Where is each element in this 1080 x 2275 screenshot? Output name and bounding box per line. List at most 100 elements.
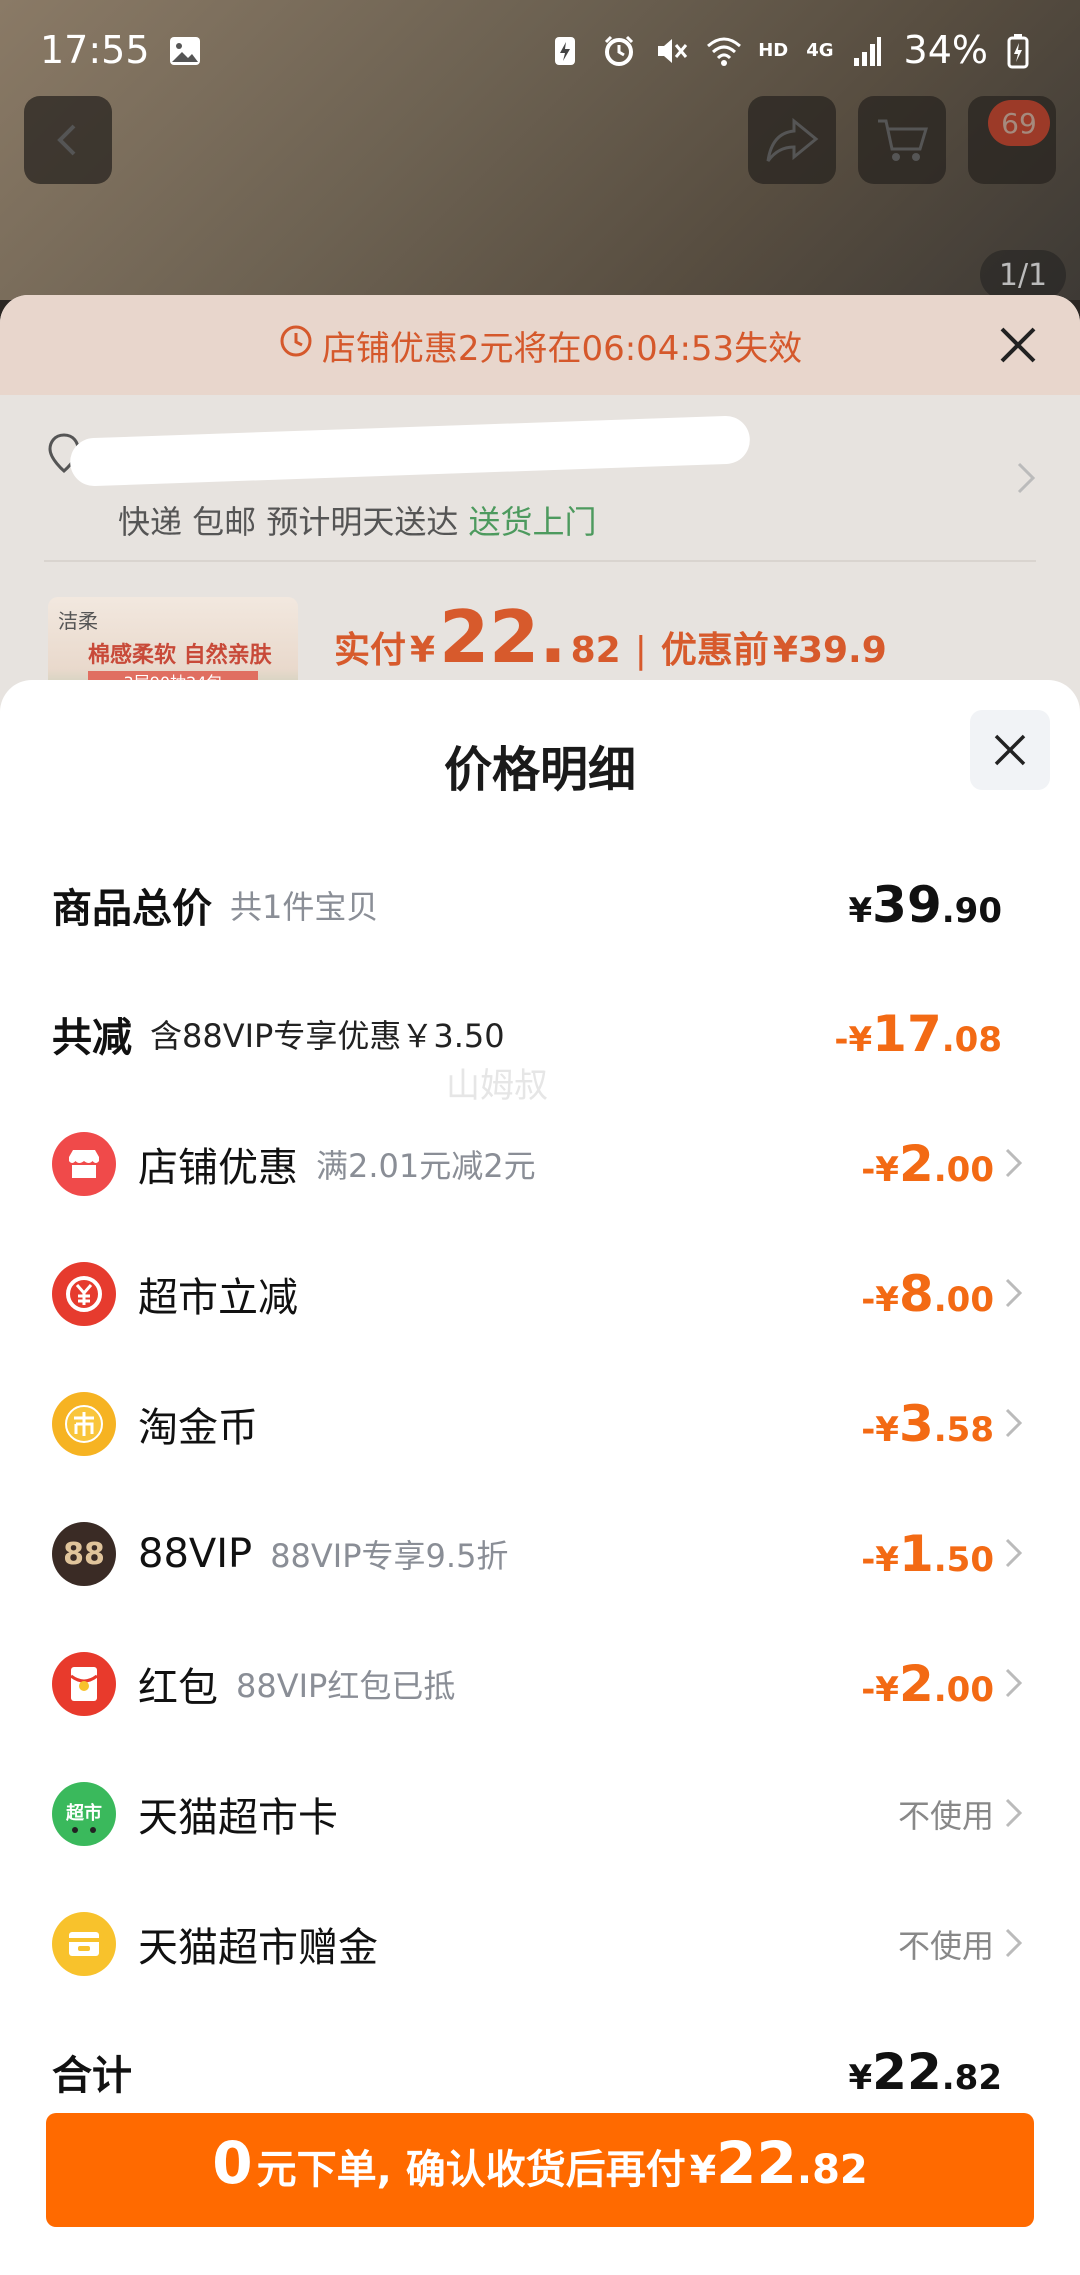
vip88-icon: 88 <box>52 1522 116 1586</box>
cta-int: 22 <box>716 2129 797 2197</box>
payment-label: 天猫超市赠金 <box>138 1925 378 1971</box>
chevron-right-icon <box>1004 1146 1028 1182</box>
delivery-text: 快递 包邮 预计明天送达 <box>118 503 459 541</box>
thumb-brand: 洁柔 <box>58 609 98 633</box>
wifi-icon <box>706 33 742 67</box>
discount-yuan-icon <box>52 1262 116 1326</box>
discount-rule: 88VIP专享9.5折 <box>270 1537 509 1575</box>
cart-button[interactable] <box>858 96 946 184</box>
svg-text:超市: 超市 <box>66 1802 102 1824</box>
delivery-door-label: 送货上门 <box>468 503 597 541</box>
alarm-icon <box>602 33 636 67</box>
payment-row-gift-money[interactable]: 天猫超市赠金 不使用 <box>52 1904 1028 1984</box>
discount-row-88vip[interactable]: 88 88VIP 88VIP专享9.5折 -¥ 1.50 <box>52 1514 1028 1594</box>
sum-amount: ¥22.82 <box>848 2043 1003 2101</box>
coupon-banner-text: 店铺优惠2元将在06:04:53失效 <box>321 328 803 369</box>
supermarket-card-icon: 超市 <box>52 1782 116 1846</box>
before-value: ¥39.9 <box>772 630 887 671</box>
discount-row-supermarket[interactable]: 超市立减 -¥ 8.00 <box>52 1254 1028 1334</box>
cart-icon <box>878 119 929 161</box>
address-redacted <box>69 415 751 487</box>
place-order-button[interactable]: 0 元下单, 确认收货后再付 ¥ 22 .82 <box>46 2113 1034 2227</box>
order-confirm-panel: 店铺优惠2元将在06:04:53失效 快递 包邮 预计明天送达 送货上门 洁柔 … <box>0 295 1080 717</box>
pay-currency: ¥ <box>410 630 436 671</box>
discount-rule: 88VIP红包已抵 <box>236 1667 456 1705</box>
signal-icon <box>852 33 886 67</box>
total-reduce-row: 共减 含88VIP专享优惠￥3.50 -¥ 17.08 <box>52 994 1028 1074</box>
goods-count: 共1件宝贝 <box>230 888 379 926</box>
battery-percent: 34% <box>903 28 988 72</box>
cta-text: 元下单, 确认收货后再付 <box>256 2147 686 2193</box>
delivery-info: 快递 包邮 预计明天送达 送货上门 <box>118 497 597 543</box>
discount-label: 超市立减 <box>138 1275 298 1321</box>
hd-label: HD <box>758 39 789 61</box>
close-icon[interactable] <box>996 323 1040 376</box>
clock-icon <box>278 323 314 368</box>
payment-status: 不使用 <box>897 1797 994 1835</box>
total-reduce-amount: -¥ 17.08 <box>834 1005 1002 1063</box>
chevron-right-icon <box>1004 1926 1028 1962</box>
discount-row-coin[interactable]: 淘金币 -¥ 3.58 <box>52 1384 1028 1464</box>
mute-icon <box>654 33 688 67</box>
discount-label: 店铺优惠 <box>138 1145 298 1191</box>
pay-int: 22. <box>439 595 567 679</box>
chevron-right-icon <box>1004 1796 1028 1832</box>
sheet-close-button[interactable] <box>970 710 1050 790</box>
cart-count-badge: 69 <box>988 100 1050 146</box>
gold-coin-icon <box>52 1392 116 1456</box>
payment-row-supermarket-card[interactable]: 超市 天猫超市卡 不使用 <box>52 1774 1028 1854</box>
price-separator: | <box>634 630 647 671</box>
chevron-right-icon <box>1016 461 1036 499</box>
share-button[interactable] <box>748 96 836 184</box>
gallery-icon <box>168 33 202 67</box>
product-price: 实付 ¥ 22. 82 | 优惠前 ¥39.9 <box>334 595 887 679</box>
sum-row: 合计 ¥22.82 <box>52 2032 1028 2112</box>
pay-dec: 82 <box>570 630 621 671</box>
shop-icon <box>52 1132 116 1196</box>
status-bar: 17:55 HD 4G 34% <box>0 0 1080 100</box>
goods-total-amount: ¥39.90 <box>848 876 1003 934</box>
discount-row-red-envelope[interactable]: 红包 88VIP红包已抵 -¥ 2.00 <box>52 1644 1028 1724</box>
sheet-title: 价格明细 <box>443 742 636 798</box>
price-detail-sheet: 价格明细 山姆叔 商品总价 共1件宝贝 ¥39.90 共减 含88VIP专享优惠… <box>0 680 1080 2275</box>
divider <box>44 560 1036 562</box>
image-counter: 1/1 <box>980 250 1066 300</box>
discount-rule: 满2.01元减2元 <box>316 1147 536 1185</box>
coupon-expiry-banner: 店铺优惠2元将在06:04:53失效 <box>0 295 1080 395</box>
battery-charging-icon <box>1006 33 1040 69</box>
total-reduce-note: 含88VIP专享优惠￥3.50 <box>150 1017 505 1055</box>
back-arrow-icon <box>57 124 76 156</box>
close-icon <box>994 734 1026 766</box>
sum-label: 合计 <box>52 2053 132 2099</box>
payment-label: 天猫超市卡 <box>138 1795 338 1841</box>
thumb-tagline: 棉感柔软 自然亲肤 <box>88 643 272 668</box>
discount-amount: -¥ 2.00 <box>861 1655 994 1713</box>
discount-amount: -¥ 8.00 <box>861 1265 994 1323</box>
cta-zero: 0 <box>212 2129 253 2197</box>
chevron-right-icon <box>1004 1276 1028 1312</box>
goods-total-label: 商品总价 <box>52 886 212 932</box>
payment-status: 不使用 <box>897 1927 994 1965</box>
cta-dec: .82 <box>796 2147 868 2193</box>
back-button[interactable] <box>24 96 112 184</box>
goods-total-row: 商品总价 共1件宝贝 ¥39.90 <box>52 865 1028 945</box>
discount-label: 淘金币 <box>138 1405 258 1451</box>
total-reduce-label: 共减 <box>52 1015 132 1061</box>
gift-money-icon <box>52 1912 116 1976</box>
discount-amount: -¥ 2.00 <box>861 1135 994 1193</box>
discount-label: 红包 <box>138 1665 218 1711</box>
discount-row-shop[interactable]: 店铺优惠 满2.01元减2元 -¥ 2.00 <box>52 1124 1028 1204</box>
status-time: 17:55 <box>40 28 150 72</box>
discount-amount: -¥ 3.58 <box>861 1395 994 1453</box>
chevron-right-icon <box>1004 1666 1028 1702</box>
pay-label: 实付 <box>334 630 407 671</box>
discount-label: 88VIP <box>138 1531 253 1577</box>
signal-label: 4G <box>806 39 834 61</box>
battery-saver-icon <box>550 33 584 67</box>
red-envelope-icon <box>52 1652 116 1716</box>
address-row[interactable]: 快递 包邮 预计明天送达 送货上门 <box>0 395 1080 555</box>
chevron-right-icon <box>1004 1406 1028 1442</box>
cta-currency: ¥ <box>689 2148 717 2192</box>
discount-amount: -¥ 1.50 <box>861 1525 994 1583</box>
chevron-right-icon <box>1004 1536 1028 1572</box>
